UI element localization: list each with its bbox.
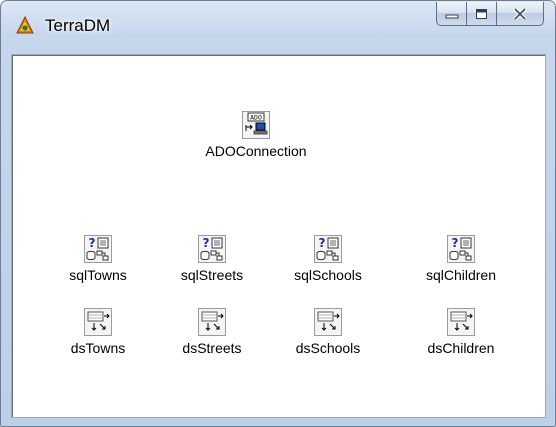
svg-text:?: ? [452, 236, 459, 250]
query-component-sqlchildren[interactable]: ? sqlChildren [416, 235, 506, 283]
maximize-icon [475, 8, 487, 19]
datamodule-design-surface[interactable]: ADO ADOConnection ? sqlTowns ? sqlStreet… [11, 54, 546, 418]
datamodule-window: TerraDM ADO ADOConnection ? sqlTowns ? s… [0, 0, 556, 427]
svg-text:?: ? [89, 236, 96, 250]
ado-connection-component[interactable]: ADO ADOConnection [176, 111, 336, 159]
query-icon: ? [447, 235, 475, 263]
query-label: sqlStreets [180, 267, 244, 283]
query-label: sqlChildren [425, 267, 497, 283]
title-bar[interactable]: TerraDM [1, 1, 555, 53]
svg-text:?: ? [203, 236, 210, 250]
query-icon: ? [314, 235, 342, 263]
minimize-icon [445, 14, 458, 18]
svg-text:?: ? [319, 236, 326, 250]
datasource-component-dsstreets[interactable]: dsStreets [172, 308, 252, 356]
datasource-label: dsChildren [427, 340, 495, 356]
datasource-icon [314, 308, 342, 336]
ado-badge-text: ADO [250, 114, 262, 122]
query-component-sqltowns[interactable]: ? sqlTowns [58, 235, 138, 283]
datasource-icon [198, 308, 226, 336]
delphi-app-icon [14, 14, 36, 36]
close-button[interactable] [496, 2, 544, 26]
datasource-label: dsStreets [182, 340, 242, 356]
query-component-sqlschools[interactable]: ? sqlSchools [288, 235, 368, 283]
datasource-icon [84, 308, 112, 336]
datasource-component-dschildren[interactable]: dsChildren [416, 308, 506, 356]
query-label: sqlSchools [294, 267, 362, 283]
datasource-label: dsSchools [295, 340, 361, 356]
ado-connection-label: ADOConnection [205, 143, 307, 159]
caption-buttons [436, 2, 544, 26]
close-icon [513, 7, 527, 20]
minimize-button[interactable] [436, 2, 466, 26]
query-label: sqlTowns [69, 267, 127, 283]
query-component-sqlstreets[interactable]: ? sqlStreets [172, 235, 252, 283]
datasource-component-dstowns[interactable]: dsTowns [58, 308, 138, 356]
datasource-component-dsschools[interactable]: dsSchools [288, 308, 368, 356]
window-title: TerraDM [45, 16, 111, 35]
ado-connection-icon: ADO [242, 111, 270, 139]
query-icon: ? [84, 235, 112, 263]
query-icon: ? [198, 235, 226, 263]
datasource-label: dsTowns [70, 340, 126, 356]
maximize-button[interactable] [466, 2, 496, 26]
datasource-icon [447, 308, 475, 336]
